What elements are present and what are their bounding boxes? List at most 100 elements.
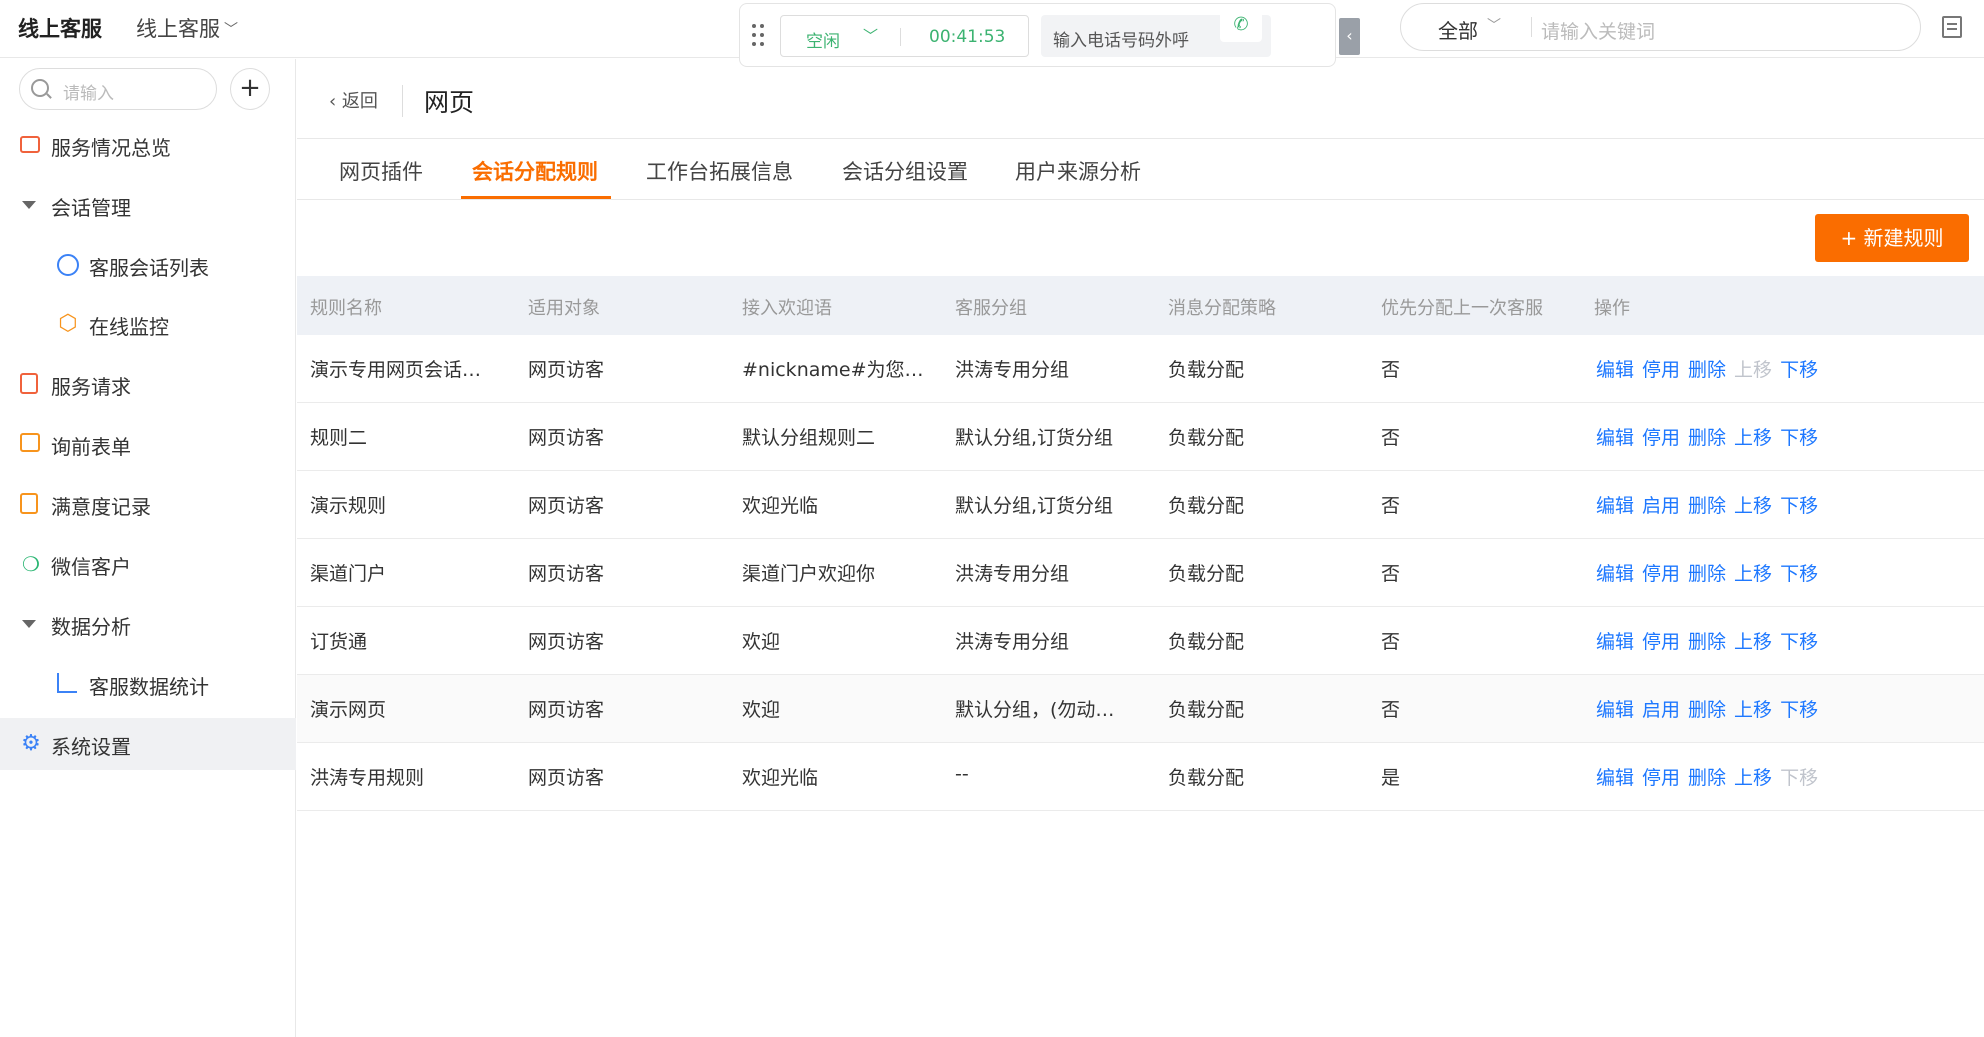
toggle-link[interactable]: 停用: [1642, 359, 1680, 381]
column-header: 客服分组: [955, 298, 1027, 319]
wechat-icon: ❍: [22, 552, 40, 576]
move-down-link[interactable]: 下移: [1780, 699, 1818, 721]
cell-group: 洪涛专用分组: [955, 563, 1070, 585]
toggle-link[interactable]: 启用: [1642, 495, 1680, 517]
page-header: ‹ 返回 网页: [297, 59, 1984, 139]
sidebar-item-data-analysis[interactable]: 数据分析: [0, 598, 296, 650]
move-down-link: 下移: [1780, 767, 1819, 789]
agent-status-value: 空闲: [806, 32, 840, 52]
bar-chart-icon: [57, 673, 77, 693]
move-up-link[interactable]: 上移: [1734, 427, 1772, 449]
table-row: 演示专用网页会话… 网页访客 #nickname#为您… 洪涛专用分组 负载分配 否 编辑停…: [297, 335, 1984, 403]
move-down-link[interactable]: 下移: [1780, 359, 1818, 381]
cell-priority: 否: [1381, 359, 1401, 381]
edit-link[interactable]: 编辑: [1596, 563, 1634, 585]
global-search-input[interactable]: 请输入关键词: [1541, 17, 1655, 44]
delete-link[interactable]: 删除: [1688, 427, 1726, 449]
cell-priority: 否: [1381, 427, 1401, 449]
edit-link[interactable]: 编辑: [1596, 359, 1634, 381]
sidebar-item-agent-statistics[interactable]: 客服数据统计: [0, 658, 296, 710]
move-down-link[interactable]: 下移: [1780, 631, 1818, 653]
tab-web-plugin[interactable]: 网页插件: [339, 156, 423, 186]
tab-workbench-extension[interactable]: 工作台拓展信息: [646, 156, 793, 186]
move-down-link[interactable]: 下移: [1780, 563, 1818, 585]
sidebar-item-wechat-customers[interactable]: ❍ 微信客户: [0, 538, 296, 590]
sidebar-item-service-request[interactable]: 服务请求: [0, 358, 296, 410]
tab-user-source[interactable]: 用户来源分析: [1015, 156, 1141, 186]
app-switcher[interactable]: 线上客服 ﹀: [136, 13, 238, 43]
collapse-toolbar-button[interactable]: ‹: [1339, 18, 1360, 55]
phone-input-placeholder: 输入电话号码外呼: [1053, 31, 1189, 51]
sidebar-item-satisfaction[interactable]: 满意度记录: [0, 478, 296, 530]
delete-link[interactable]: 删除: [1688, 767, 1726, 789]
edit-link[interactable]: 编辑: [1596, 699, 1634, 721]
drag-handle-icon[interactable]: [752, 24, 766, 48]
cell-target: 网页访客: [528, 359, 605, 381]
sidebar-item-session-list[interactable]: 客服会话列表: [0, 239, 296, 291]
sidebar-item-label: 微信客户: [51, 555, 131, 579]
cell-welcome: 默认分组规则二: [742, 427, 876, 449]
delete-link[interactable]: 删除: [1688, 359, 1726, 381]
move-up-link[interactable]: 上移: [1734, 767, 1772, 789]
sidebar-item-label: 客服数据统计: [89, 675, 209, 699]
sidebar-item-label: 满意度记录: [51, 495, 151, 519]
sidebar-item-label: 在线监控: [89, 315, 169, 339]
edit-link[interactable]: 编辑: [1596, 767, 1634, 789]
move-down-link[interactable]: 下移: [1780, 427, 1818, 449]
document-list-icon[interactable]: [1942, 16, 1962, 38]
toggle-link[interactable]: 停用: [1642, 767, 1680, 789]
edit-link[interactable]: 编辑: [1596, 631, 1634, 653]
toggle-link[interactable]: 停用: [1642, 563, 1680, 585]
dial-button[interactable]: ✆: [1220, 8, 1262, 42]
cell-group: 洪涛专用分组: [955, 631, 1070, 653]
move-up-link[interactable]: 上移: [1734, 699, 1772, 721]
status-timer: 00:41:53: [929, 27, 1006, 47]
agent-status-select[interactable]: 空闲 ﹀ 00:41:53: [780, 15, 1029, 57]
sidebar-item-pre-chat-form[interactable]: 询前表单: [0, 418, 296, 470]
cell-target: 网页访客: [528, 631, 605, 653]
cell-group: 默认分组,订货分组: [955, 427, 1114, 449]
satisfaction-doc-icon: [20, 493, 38, 514]
add-button[interactable]: +: [230, 68, 270, 110]
move-down-link[interactable]: 下移: [1780, 495, 1818, 517]
sidebar-search-input[interactable]: 请输入: [19, 68, 217, 110]
delete-link[interactable]: 删除: [1688, 563, 1726, 585]
monitor-icon: [20, 136, 40, 153]
column-header: 优先分配上一次客服: [1381, 298, 1543, 319]
edit-link[interactable]: 编辑: [1596, 495, 1634, 517]
column-header: 规则名称: [310, 298, 382, 319]
row-actions: 编辑 停用 删除 上移 下移: [1596, 355, 1826, 382]
delete-link[interactable]: 删除: [1688, 631, 1726, 653]
sidebar-item-system-settings[interactable]: ⚙ 系统设置: [0, 718, 296, 770]
tab-session-groups[interactable]: 会话分组设置: [842, 156, 968, 186]
sidebar-item-service-overview[interactable]: 服务情况总览: [0, 119, 296, 171]
global-search: 全部 ﹀ 请输入关键词: [1400, 3, 1921, 51]
search-scope-select[interactable]: 全部: [1438, 15, 1478, 44]
cell-group: 默认分组，(勿动…: [955, 699, 1115, 721]
move-up-link[interactable]: 上移: [1734, 631, 1772, 653]
back-link[interactable]: ‹ 返回: [329, 87, 378, 113]
table-header: 规则名称 适用对象 接入欢迎语 客服分组 消息分配策略 优先分配上一次客服 操作: [297, 276, 1984, 335]
cell-strategy: 负载分配: [1168, 427, 1245, 449]
sidebar-item-label: 系统设置: [51, 735, 131, 759]
tab-session-rules[interactable]: 会话分配规则: [472, 156, 598, 186]
delete-link[interactable]: 删除: [1688, 495, 1726, 517]
toggle-link[interactable]: 停用: [1642, 427, 1680, 449]
toggle-link[interactable]: 停用: [1642, 631, 1680, 653]
call-toolbar: 空闲 ﹀ 00:41:53 输入电话号码外呼 ✆: [739, 3, 1336, 67]
form-icon: [20, 433, 40, 452]
sidebar-item-label: 服务请求: [51, 375, 131, 399]
edit-link[interactable]: 编辑: [1596, 427, 1634, 449]
cell-strategy: 负载分配: [1168, 631, 1245, 653]
sidebar-item-online-monitor[interactable]: ⬡ 在线监控: [0, 298, 296, 350]
delete-link[interactable]: 删除: [1688, 699, 1726, 721]
chevron-down-icon: ﹀: [224, 22, 238, 38]
new-rule-button[interactable]: + 新建规则: [1815, 214, 1969, 262]
cell-strategy: 负载分配: [1168, 495, 1245, 517]
toggle-link[interactable]: 启用: [1642, 699, 1680, 721]
move-up-link[interactable]: 上移: [1734, 495, 1772, 517]
move-up-link[interactable]: 上移: [1734, 563, 1772, 585]
table-row: 洪涛专用规则 网页访客 欢迎光临 -- 负载分配 是 编辑 停用 删除 上移 下移: [297, 743, 1984, 811]
cell-target: 网页访客: [528, 563, 605, 585]
sidebar-item-session-management[interactable]: 会话管理: [0, 179, 296, 231]
